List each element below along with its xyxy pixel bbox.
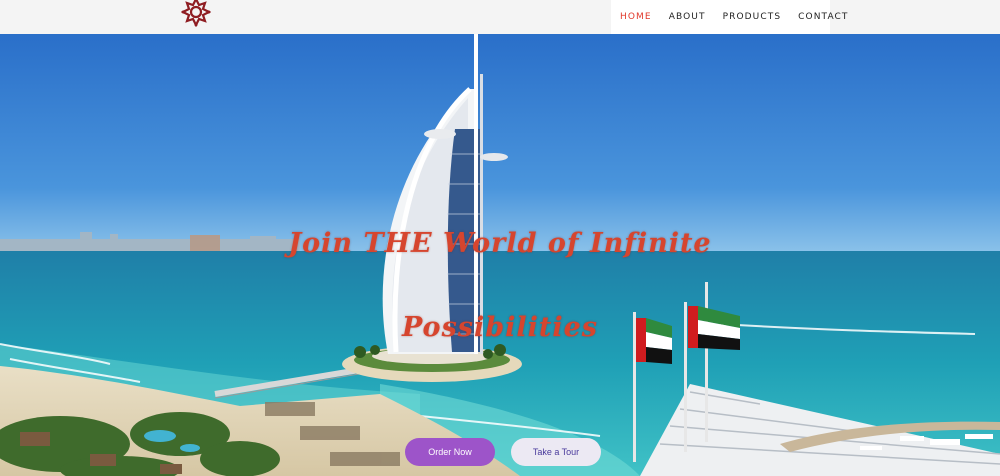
- brand-logo-icon[interactable]: [181, 0, 211, 27]
- hero-headline-line2: Possibilities: [401, 312, 598, 343]
- nav-home-link[interactable]: HOME: [620, 12, 652, 22]
- nav-products-link[interactable]: PRODUCTS: [723, 12, 782, 22]
- take-a-tour-button[interactable]: Take a Tour: [511, 438, 601, 466]
- order-now-button[interactable]: Order Now: [405, 438, 495, 466]
- nav-about-link[interactable]: ABOUT: [669, 12, 706, 22]
- main-menu: HOME ABOUT PRODUCTS CONTACT: [611, 0, 847, 34]
- hero-headline-line1: Join THE World of Infinite: [288, 228, 712, 259]
- top-navbar: HOME ABOUT PRODUCTS CONTACT: [0, 0, 1000, 34]
- nav-contact-link[interactable]: CONTACT: [798, 12, 848, 22]
